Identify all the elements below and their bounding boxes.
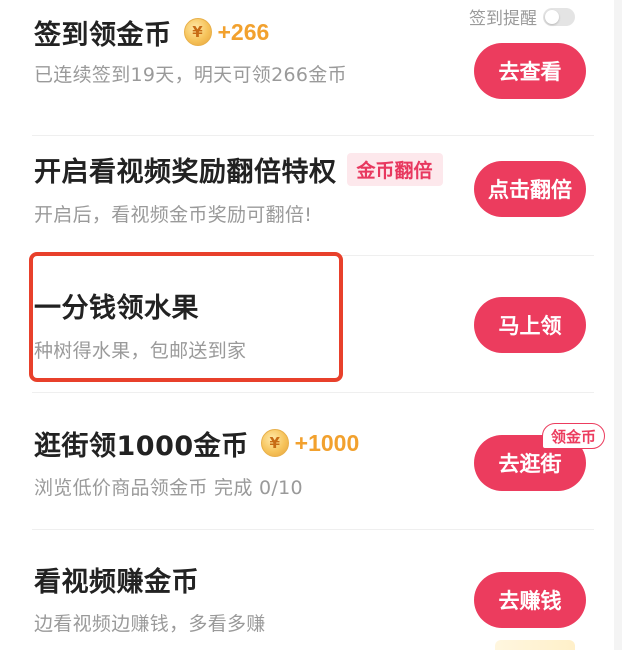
- task-title-row: 开启看视频奖励翻倍特权 金币翻倍: [34, 149, 443, 189]
- checkin-reminder-label: 签到提醒: [469, 9, 537, 29]
- divider: [32, 529, 594, 530]
- go-earn-button[interactable]: 去赚钱: [474, 572, 586, 628]
- task-item-double-reward: 开启看视频奖励翻倍特权 金币翻倍 开启后，看视频金币奖励可翻倍! 点击翻倍: [0, 120, 614, 256]
- scrollbar-track: [614, 0, 622, 650]
- task-title: 签到领金币: [34, 19, 172, 51]
- coin-double-tag: 金币翻倍: [346, 152, 443, 186]
- task-title: 开启看视频奖励翻倍特权: [34, 156, 337, 188]
- coin-icon: ¥: [260, 429, 289, 457]
- claim-coins-badge: 领金币: [542, 423, 606, 449]
- go-view-button[interactable]: 去查看: [474, 43, 586, 99]
- divider: [32, 255, 594, 256]
- task-title-row: 看视频赚金币: [34, 559, 199, 599]
- task-item-fruit: 一分钱领水果 种树得水果，包邮送到家 马上领: [0, 257, 614, 393]
- task-subtitle: 已连续签到19天，明天可领266金币: [34, 64, 347, 86]
- task-title-row: 一分钱领水果: [34, 285, 199, 325]
- task-title: 逛街领1000金币: [34, 430, 249, 462]
- task-title-row: 逛街领1000金币 ¥ +1000: [34, 423, 359, 463]
- task-subtitle: 边看视频边赚钱，多看多赚: [34, 613, 266, 635]
- task-title-row: 签到领金币 ¥ +266: [34, 12, 269, 52]
- coin-icon: ¥: [183, 18, 212, 46]
- bottom-banner-edge: [495, 640, 575, 650]
- task-item-checkin: 签到领金币 ¥ +266 已连续签到19天，明天可领266金币 签到提醒 去查看: [0, 0, 614, 136]
- checkin-reminder-toggle[interactable]: [543, 7, 575, 26]
- task-item-shopping: 逛街领1000金币 ¥ +1000 浏览低价商品领金币 完成 0/10 去逛街: [0, 394, 614, 530]
- task-subtitle: 种树得水果，包邮送到家: [34, 340, 247, 362]
- task-reward: +1000: [294, 429, 360, 456]
- task-reward: +266: [217, 18, 270, 45]
- claim-now-button[interactable]: 马上领: [474, 297, 586, 353]
- divider: [32, 392, 594, 393]
- task-subtitle: 浏览低价商品领金币 完成 0/10: [34, 477, 303, 499]
- checkin-reminder[interactable]: 签到提醒: [469, 4, 575, 29]
- task-title: 一分钱领水果: [34, 292, 199, 324]
- click-double-button[interactable]: 点击翻倍: [474, 161, 586, 217]
- task-title: 看视频赚金币: [34, 566, 199, 598]
- toggle-knob: [545, 9, 559, 24]
- task-subtitle: 开启后，看视频金币奖励可翻倍!: [34, 204, 313, 226]
